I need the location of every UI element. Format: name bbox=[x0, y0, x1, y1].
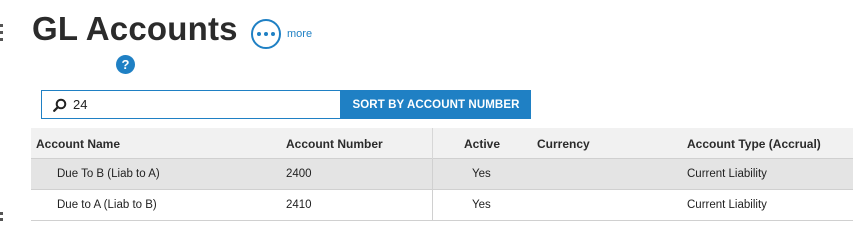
table-header: Account Name Account Number Active Curre… bbox=[31, 128, 853, 159]
column-divider bbox=[432, 190, 433, 221]
column-divider bbox=[432, 159, 433, 190]
column-divider bbox=[432, 128, 433, 159]
column-header-account-type[interactable]: Account Type (Accrual) bbox=[687, 137, 821, 151]
cell-active: Yes bbox=[472, 168, 491, 180]
gl-accounts-table: Account Name Account Number Active Curre… bbox=[31, 128, 853, 221]
column-header-active[interactable]: Active bbox=[464, 137, 500, 151]
cell-account-type: Current Liability bbox=[687, 168, 767, 180]
ellipsis-icon bbox=[257, 32, 261, 36]
table-row[interactable]: Due to A (Liab to B) 2410 Yes Current Li… bbox=[31, 190, 853, 221]
search-field[interactable] bbox=[41, 90, 341, 119]
table-row[interactable]: Due To B (Liab to A) 2400 Yes Current Li… bbox=[31, 159, 853, 190]
column-header-account-number[interactable]: Account Number bbox=[286, 137, 383, 151]
window-edge-markers bbox=[0, 0, 4, 226]
cell-active: Yes bbox=[472, 199, 491, 211]
cell-account-number: 2400 bbox=[286, 168, 312, 180]
cell-account-type: Current Liability bbox=[687, 199, 767, 211]
more-link[interactable]: more bbox=[287, 28, 312, 40]
page-title: GL Accounts bbox=[32, 10, 238, 47]
cell-account-name: Due to A (Liab to B) bbox=[57, 199, 157, 211]
sort-by-account-number-button[interactable]: SORT BY ACCOUNT NUMBER bbox=[341, 90, 531, 119]
cell-account-name: Due To B (Liab to A) bbox=[57, 168, 160, 180]
column-header-account-name[interactable]: Account Name bbox=[36, 137, 120, 151]
column-header-currency[interactable]: Currency bbox=[537, 137, 590, 151]
more-button[interactable] bbox=[251, 19, 281, 49]
cell-account-number: 2410 bbox=[286, 199, 312, 211]
search-input[interactable] bbox=[73, 97, 333, 112]
question-icon[interactable]: ? bbox=[116, 55, 135, 74]
search-icon bbox=[53, 98, 67, 112]
